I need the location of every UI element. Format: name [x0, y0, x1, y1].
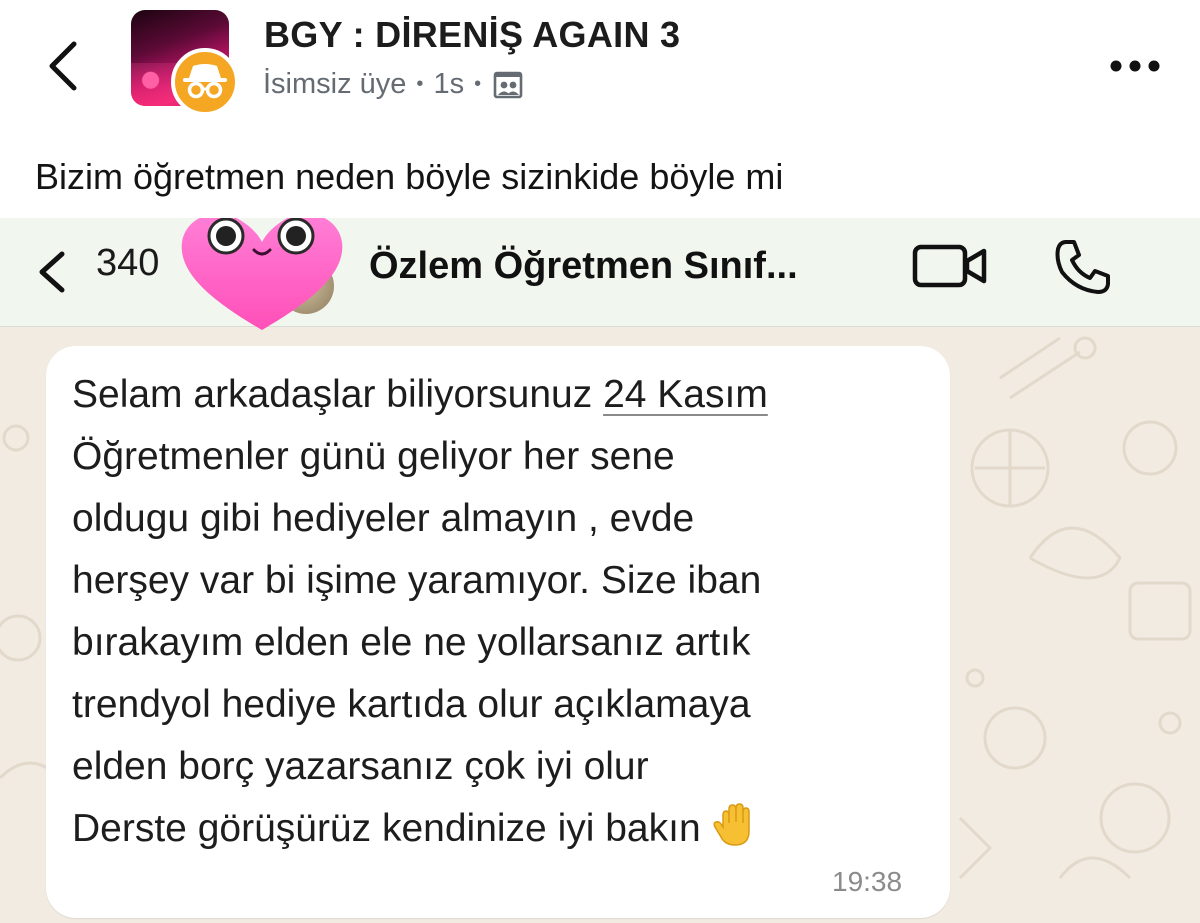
video-camera-icon [912, 244, 987, 288]
anonymous-incognito-icon [183, 64, 227, 99]
more-dots-icon [1110, 60, 1160, 72]
message-time: 19:38 [832, 866, 903, 897]
message-line: trendyol hediye kartıda olur açıklamaya [72, 683, 751, 726]
chat-back-button[interactable] [34, 244, 70, 300]
group-name[interactable]: BGY : DİRENİŞ AGAIN 3 [264, 14, 680, 56]
more-options-button[interactable] [1108, 58, 1162, 74]
message-line: Öğretmenler günü geliyor her sene [72, 435, 675, 478]
phone-icon [1055, 240, 1110, 294]
message-line: bırakayım elden ele ne yollarsanız artık [72, 621, 751, 664]
chevron-left-icon [49, 41, 77, 91]
post-meta: İsimsiz üye • 1s • [263, 68, 523, 101]
anonymous-badge [171, 48, 239, 116]
voice-call-button[interactable] [1052, 236, 1114, 298]
post-image[interactable]: 340 Özlem Öğretmen Sınıf... Selam arkada… [0, 218, 1200, 923]
message-line: elden borç yazarsanız çok iyi olur [72, 745, 649, 788]
post-header: BGY : DİRENİŞ AGAIN 3 İsimsiz üye • 1s • [0, 0, 1200, 130]
message-bubble[interactable]: Selam arkadaşlar biliyorsunuz 24 Kasım Ö… [46, 346, 950, 918]
message-text: Selam arkadaşlar biliyorsunuz 24 Kasım Ö… [72, 364, 932, 860]
heart-face-sticker [181, 218, 343, 330]
unread-count[interactable]: 340 [96, 242, 159, 285]
video-call-button[interactable] [912, 244, 988, 288]
chat-header: 340 Özlem Öğretmen Sınıf... [0, 218, 1200, 330]
date-link[interactable]: 24 Kasım [603, 373, 768, 416]
message-line: Selam arkadaşlar biliyorsunuz 24 Kasım [72, 364, 932, 426]
meta-separator: • [474, 73, 482, 95]
post-time[interactable]: 1s [433, 68, 464, 101]
raised-hand-emoji [713, 803, 750, 846]
chevron-left-icon [39, 251, 65, 293]
message-segment: Selam arkadaşlar biliyorsunuz [72, 373, 604, 416]
back-button[interactable] [40, 36, 88, 96]
meta-separator: • [416, 73, 424, 95]
chat-title[interactable]: Özlem Öğretmen Sınıf... [369, 245, 798, 288]
author-name[interactable]: İsimsiz üye [263, 68, 406, 101]
message-line: herşey var bi işime yaramıyor. Size iban [72, 559, 762, 602]
post-text: Bizim öğretmen neden böyle sizinkide böy… [35, 156, 784, 197]
message-line: oldugu gibi hediyeler almayın , evde [72, 497, 695, 540]
message-segment: Derste görüşürüz kendinize iyi bakın [72, 807, 701, 850]
group-audience-icon [493, 71, 523, 98]
message-line: Derste görüşürüz kendinize iyi bakın [72, 798, 932, 860]
